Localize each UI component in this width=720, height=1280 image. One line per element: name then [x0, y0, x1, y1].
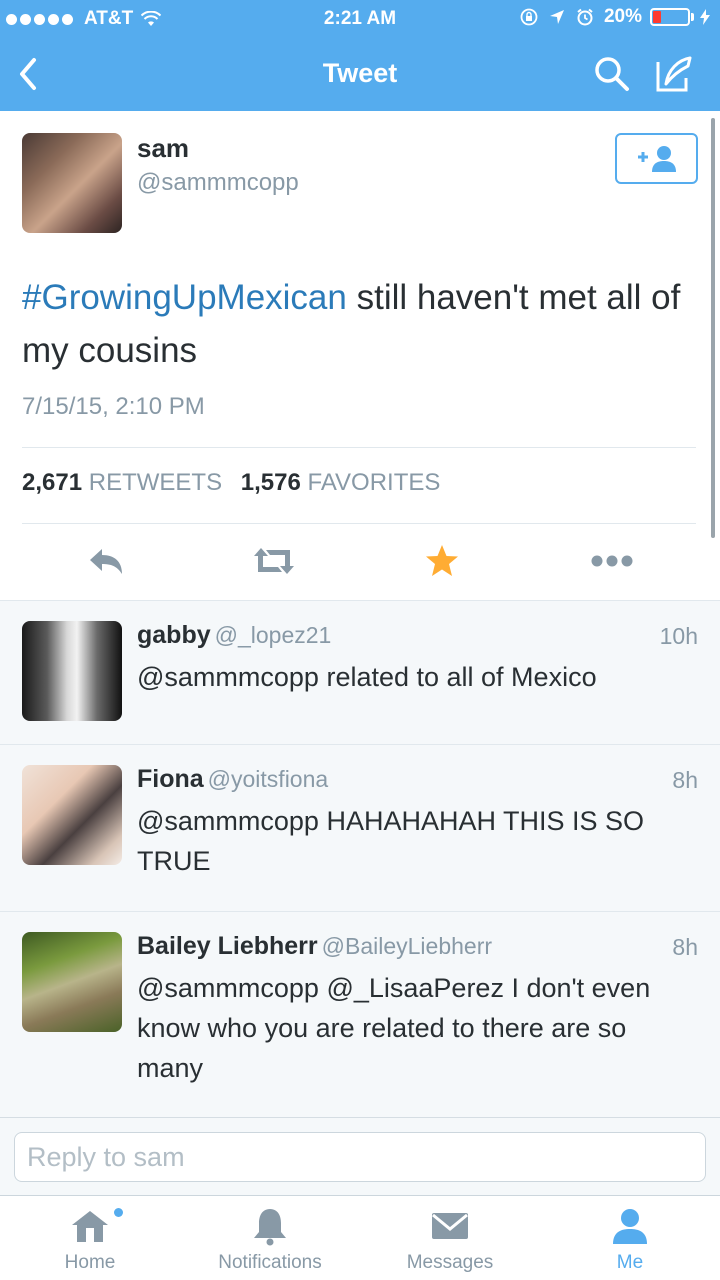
tab-label: Home — [64, 1252, 116, 1273]
tab-label: Messages — [406, 1252, 494, 1273]
divider — [22, 447, 696, 448]
reply-item[interactable]: gabby @_lopez21 10h @sammmcopp related to… — [0, 601, 720, 745]
charging-icon — [700, 9, 710, 25]
person-icon — [610, 1206, 650, 1246]
author-name[interactable]: sam — [137, 133, 189, 164]
favorites-label[interactable]: FAVORITES — [307, 469, 440, 496]
reply-avatar[interactable] — [22, 932, 122, 1032]
tweet-timestamp: 7/15/15, 2:10 PM — [22, 393, 205, 420]
home-icon — [70, 1206, 110, 1246]
tweet-actions — [0, 541, 720, 581]
new-content-indicator — [114, 1208, 123, 1217]
alarm-icon — [577, 8, 593, 26]
reply-name: gabby — [137, 621, 211, 649]
reply-button[interactable] — [84, 541, 128, 581]
compose-icon[interactable] — [654, 54, 694, 94]
tweet-text: #GrowingUpMexican still haven't met all … — [22, 271, 702, 377]
scrollbar[interactable] — [711, 118, 715, 538]
reply-avatar[interactable] — [22, 621, 122, 721]
orientation-lock-icon — [520, 8, 538, 26]
favorites-count[interactable]: 1,576 — [241, 469, 301, 496]
divider — [22, 523, 696, 524]
envelope-icon — [430, 1206, 470, 1246]
favorite-button[interactable] — [420, 541, 464, 581]
reply-list: gabby @_lopez21 10h @sammmcopp related to… — [0, 600, 720, 1117]
reply-text: @sammmcopp related to all of Mexico — [137, 662, 597, 692]
reply-author[interactable]: gabby @_lopez21 — [137, 621, 331, 650]
reply-time: 8h — [672, 767, 698, 793]
status-bar: AT&T 2:21 AM 20% — [0, 0, 720, 38]
search-icon[interactable] — [592, 54, 632, 94]
reply-item[interactable]: Fiona @yoitsfiona 8h @sammmcopp HAHAHAHAH… — [0, 745, 720, 912]
status-right: 20% — [520, 6, 710, 28]
add-user-icon — [637, 145, 676, 172]
reply-author[interactable]: Fiona @yoitsfiona — [137, 765, 328, 794]
tab-me[interactable]: Me — [540, 1196, 720, 1280]
reply-handle: @_lopez21 — [214, 622, 332, 648]
reply-icon — [90, 549, 122, 574]
author-avatar[interactable] — [22, 133, 122, 233]
more-icon — [591, 555, 633, 567]
bell-icon — [250, 1206, 290, 1246]
reply-name: Fiona — [137, 765, 204, 793]
reply-avatar[interactable] — [22, 765, 122, 865]
battery-icon — [650, 8, 690, 26]
retweets-label[interactable]: RETWEETS — [89, 469, 222, 496]
location-icon — [549, 10, 564, 24]
battery-percentage: 20% — [603, 6, 642, 27]
tab-label: Me — [616, 1252, 644, 1273]
top-bar: AT&T 2:21 AM 20% Tweet — [0, 0, 720, 111]
reply-input[interactable] — [14, 1132, 706, 1182]
reply-item[interactable]: Bailey Liebherr @BaileyLiebherr 8h @sammm… — [0, 912, 720, 1118]
reply-handle: @BaileyLiebherr — [321, 933, 493, 959]
tab-home[interactable]: Home — [0, 1196, 180, 1280]
reply-handle: @yoitsfiona — [207, 766, 329, 792]
tab-notifications[interactable]: Notifications — [180, 1196, 360, 1280]
reply-text: @sammmcopp HAHAHAHAH THIS IS SO TRUE — [137, 806, 645, 876]
reply-text: @sammmcopp @_LisaaPerez I don't even kno… — [137, 973, 651, 1083]
follow-button[interactable] — [615, 133, 698, 184]
retweet-icon — [254, 548, 294, 574]
tab-messages[interactable]: Messages — [360, 1196, 540, 1280]
tab-bar: Home Notifications Messages Me — [0, 1195, 720, 1280]
retweets-count[interactable]: 2,671 — [22, 469, 82, 496]
author-handle[interactable]: @sammmcopp — [137, 169, 299, 197]
hashtag-link[interactable]: #GrowingUpMexican — [22, 278, 347, 317]
more-button[interactable] — [590, 541, 634, 581]
reply-name: Bailey Liebherr — [137, 932, 318, 960]
navigation-bar: Tweet — [0, 38, 720, 111]
reply-bar — [0, 1117, 720, 1195]
favorite-icon — [426, 545, 458, 576]
reply-time: 8h — [672, 934, 698, 960]
reply-author[interactable]: Bailey Liebherr @BaileyLiebherr — [137, 932, 492, 961]
retweet-button[interactable] — [252, 541, 296, 581]
tab-label: Notifications — [218, 1252, 322, 1273]
battery-tip — [691, 13, 694, 21]
tweet-stats: 2,671 RETWEETS 1,576 FAVORITES — [22, 469, 452, 497]
tweet-detail: sam @sammmcopp #GrowingUpMexican still h… — [0, 111, 720, 600]
reply-time: 10h — [659, 623, 698, 649]
